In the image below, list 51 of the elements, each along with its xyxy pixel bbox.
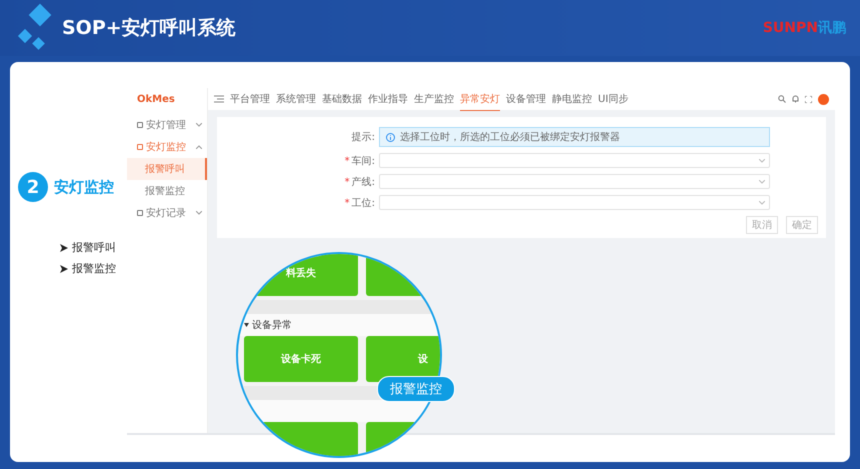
nav-tab[interactable]: 设备管理 [506,88,546,110]
caret-icon [759,180,765,184]
tip-text: 选择工位时，所选的工位必须已被绑定安灯报警器 [400,130,620,144]
section-title: 安灯监控 [54,178,114,196]
info-icon [386,132,395,142]
square-icon [137,122,143,128]
select-field[interactable] [379,174,770,189]
nav-tab[interactable]: 作业指导 [368,88,408,110]
caret-icon [759,158,765,162]
select-field[interactable] [379,195,770,210]
sidebar-item[interactable]: 安灯管理 [127,114,207,136]
nav-tab[interactable]: 基础数据 [322,88,362,110]
bell-icon[interactable] [792,95,799,103]
bullet-arrow-icon [60,244,68,252]
bullet-text: 报警呼叫 [72,240,116,255]
step-number: 2 [18,172,48,202]
form-button[interactable]: 确定 [786,216,818,234]
nav-tab[interactable]: 异常安灯 [460,88,500,110]
sidebar-subitem[interactable]: 报警监控 [127,180,207,202]
group-title: 设备异常 [252,318,292,332]
chevron-icon [196,145,202,149]
sidebar-item[interactable]: 安灯记录 [127,202,207,224]
search-icon[interactable] [778,95,786,103]
field-label: * 产线: [344,176,375,188]
menu-icon[interactable] [214,95,224,103]
nav-tab[interactable]: 生产监控 [414,88,454,110]
field-label: * 车间: [344,154,375,168]
sidebar-subitem[interactable]: 报警呼叫 [127,158,207,180]
app-logo: OkMes [136,93,176,107]
square-icon [137,144,143,150]
nav-tab[interactable]: 静电监控 [552,88,592,110]
bullet-arrow-icon [60,264,68,272]
square-icon [137,210,143,216]
field-label: 提示: [350,131,375,144]
nav-tab[interactable]: UI同步 [598,88,628,110]
sidebar-item[interactable]: 安灯监控 [127,136,207,158]
fullscreen-icon[interactable] [805,96,812,102]
bullet-text: 报警监控 [72,261,116,276]
callout-tooltip: 报警监控 [377,376,455,402]
user-avatar[interactable] [818,94,829,104]
nav-tab[interactable]: 系统管理 [276,88,316,110]
slide-title: SOP+安灯呼叫系统 [62,16,236,41]
brand-logo: SUNPN讯鹏 [762,19,846,37]
field-label: * 工位: [344,196,375,210]
select-field[interactable] [379,153,770,168]
chevron-icon [196,123,202,127]
nav-tab[interactable]: 平台管理 [230,88,270,110]
form-button[interactable]: 取消 [746,216,778,234]
caret-icon [244,323,249,327]
caret-icon [759,200,765,204]
chevron-icon [196,211,202,215]
